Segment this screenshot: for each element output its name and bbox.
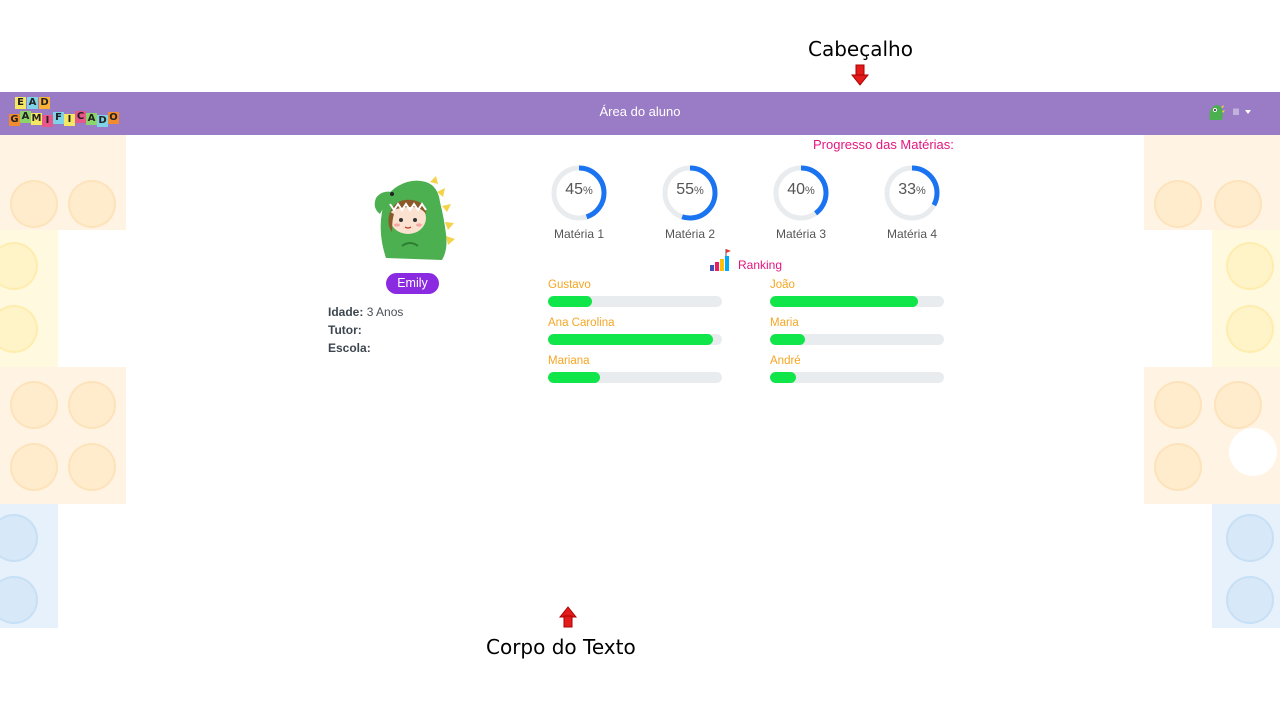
header-annotation: Cabeçalho <box>808 37 913 61</box>
ranking-student-name: Maria <box>770 317 799 329</box>
lego-block <box>1144 135 1280 230</box>
ranking-bar-track <box>548 296 722 307</box>
age-label: Idade: <box>328 305 364 319</box>
ranking-bar-track <box>548 334 722 345</box>
ranking-student-name: André <box>770 355 801 367</box>
progress-percent: 45% <box>565 181 593 198</box>
scroll-top-button[interactable] <box>1229 428 1277 476</box>
ranking-student-name: Mariana <box>548 355 590 367</box>
student-school: Escola: <box>328 341 371 355</box>
ranking-bar-track <box>770 372 944 383</box>
subject-progress[interactable]: 55% Matéria 2 <box>655 164 725 241</box>
ranking-entry: Gustavo <box>548 279 723 307</box>
ranking-bar-fill <box>770 334 805 345</box>
ranking-bar-fill <box>548 296 592 307</box>
ranking-bar-track <box>548 372 722 383</box>
ranking-entry: João <box>770 279 945 307</box>
chevron-down-icon <box>1245 110 1251 114</box>
subject-progress[interactable]: 33% Matéria 4 <box>877 164 947 241</box>
student-name-badge: Emily <box>386 273 439 294</box>
lego-block <box>1212 504 1280 628</box>
tutor-label: Tutor: <box>328 323 362 337</box>
ranking-entry: Ana Carolina <box>548 317 723 345</box>
ranking-student-name: João <box>770 279 795 291</box>
ranking-bar-track <box>770 296 944 307</box>
subject-label: Matéria 1 <box>553 227 605 241</box>
subject-progress[interactable]: 45% Matéria 1 <box>544 164 614 241</box>
dino-costume-avatar <box>374 176 455 260</box>
ranking-bar-fill <box>548 334 714 345</box>
progress-percent: 40% <box>787 181 815 198</box>
user-menu[interactable]: lll <box>1205 101 1251 123</box>
progress-title: Progresso das Matérias: <box>813 137 954 152</box>
ranking-header[interactable]: Ranking <box>709 248 782 272</box>
subject-progress[interactable]: 40% Matéria 3 <box>766 164 836 241</box>
progress-percent: 33% <box>898 181 926 198</box>
ranking-bar-track <box>770 334 944 345</box>
user-name: lll <box>1233 107 1239 117</box>
ranking-bar-fill <box>770 296 918 307</box>
subject-label: Matéria 4 <box>886 227 938 241</box>
subject-label: Matéria 3 <box>775 227 827 241</box>
student-age: Idade: 3 Anos <box>328 305 403 319</box>
ranking-entry: Maria <box>770 317 945 345</box>
ranking-bar-fill <box>770 372 797 383</box>
arrow-up-icon <box>559 606 577 628</box>
lego-block <box>0 367 126 504</box>
dino-avatar-icon <box>1209 105 1225 120</box>
page-title: Área do aluno <box>599 104 681 119</box>
subject-label: Matéria 2 <box>664 227 716 241</box>
age-value: 3 Anos <box>366 305 404 319</box>
app-window: EADGAMIFICADO Área do aluno lll Progress… <box>0 92 1280 628</box>
body-annotation: Corpo do Texto <box>486 635 636 659</box>
lego-block <box>0 504 58 628</box>
podium-chart-icon <box>710 249 731 271</box>
ranking-label: Ranking <box>738 258 783 272</box>
ranking-entry: André <box>770 355 945 383</box>
ranking-student-name: Gustavo <box>548 279 591 291</box>
progress-percent: 55% <box>676 181 704 198</box>
student-tutor: Tutor: <box>328 323 362 337</box>
lego-block <box>1212 230 1280 367</box>
arrow-down-icon <box>851 64 869 86</box>
ranking-bar-fill <box>548 372 601 383</box>
navbar: EADGAMIFICADO Área do aluno lll <box>0 92 1280 135</box>
lego-block <box>0 230 58 367</box>
lego-block <box>0 135 126 230</box>
ranking-entry: Mariana <box>548 355 723 383</box>
ranking-student-name: Ana Carolina <box>548 317 615 329</box>
school-label: Escola: <box>328 341 371 355</box>
